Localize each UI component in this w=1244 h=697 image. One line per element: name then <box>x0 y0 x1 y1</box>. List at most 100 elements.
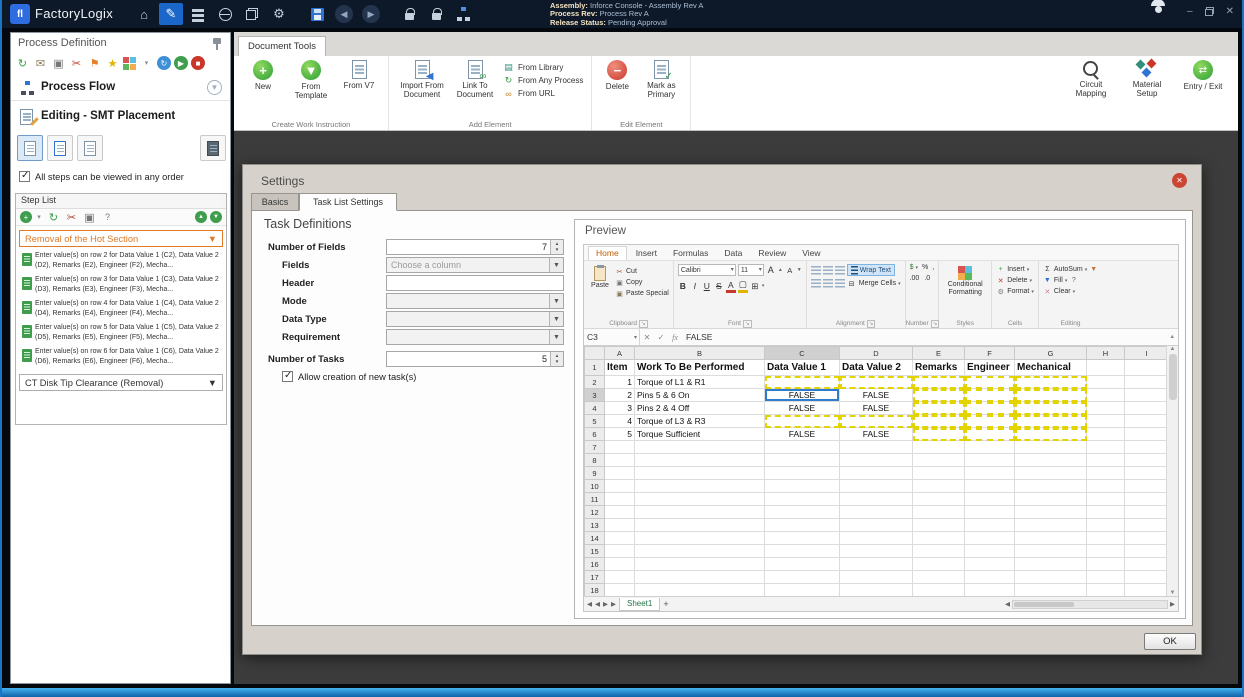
cell-C8[interactable] <box>764 453 840 467</box>
step-item[interactable]: Enter value(s) on row 2 for Data Value 1… <box>16 250 226 274</box>
align-top-button[interactable] <box>810 265 821 275</box>
cell-H6[interactable] <box>1086 427 1125 441</box>
cell-G17[interactable] <box>1014 570 1087 584</box>
cell-D6[interactable]: FALSE <box>839 427 913 441</box>
cell-D11[interactable] <box>839 492 913 506</box>
dropdown-icon[interactable]: ▼ <box>549 330 563 344</box>
align-right-button[interactable] <box>834 279 845 288</box>
percent-button[interactable]: % <box>922 264 928 271</box>
cell-H9[interactable] <box>1086 466 1125 480</box>
bold-button[interactable]: B <box>678 281 688 291</box>
dialog-launcher-icon[interactable]: ↘ <box>866 320 876 328</box>
number-of-tasks-stepper[interactable]: 5 ▲ ▼ <box>386 351 564 367</box>
active-step-item[interactable]: Removal of the Hot Section ▼ <box>19 230 223 247</box>
dropdown-icon[interactable]: ▼ <box>549 312 563 326</box>
cell-I11[interactable] <box>1124 492 1166 506</box>
cell-F7[interactable] <box>964 440 1015 454</box>
row-header-15[interactable]: 15 <box>584 544 605 558</box>
close-button[interactable]: ✕ <box>1226 6 1234 17</box>
hierarchy-button[interactable] <box>451 3 475 25</box>
flag-button[interactable]: ⚑ <box>87 56 102 71</box>
cell-I4[interactable] <box>1124 401 1166 415</box>
insert-cells-button[interactable]: + Insert ▾ <box>996 265 1034 274</box>
row-header-16[interactable]: 16 <box>584 557 605 571</box>
align-middle-button[interactable] <box>822 265 833 275</box>
borders-button[interactable]: ⊞ <box>750 281 760 292</box>
strikethrough-button[interactable]: S <box>714 281 724 291</box>
font-color-button[interactable]: A <box>725 280 736 293</box>
cell-H17[interactable] <box>1086 570 1125 584</box>
material-setup-button[interactable]: Material Setup <box>1124 58 1170 98</box>
restore-button[interactable] <box>1204 7 1214 16</box>
cell-D16[interactable] <box>839 557 913 571</box>
cell-A14[interactable] <box>604 531 635 545</box>
data-type-select[interactable]: ▼ <box>386 311 564 327</box>
cell-D10[interactable] <box>839 479 913 493</box>
tab-basics[interactable]: Basics <box>251 193 299 211</box>
tab-insert[interactable]: Insert <box>629 247 664 260</box>
cell-C2[interactable] <box>764 375 840 389</box>
row-header-17[interactable]: 17 <box>584 570 605 584</box>
row-header-6[interactable]: 6 <box>584 427 605 441</box>
row-header-13[interactable]: 13 <box>584 518 605 532</box>
cell-G4[interactable] <box>1014 401 1087 415</box>
cell-C6[interactable]: FALSE <box>764 427 840 441</box>
requirement-select[interactable]: ▼ <box>386 329 564 345</box>
from-any-process-button[interactable]: ↻ From Any Process <box>503 75 584 86</box>
settings-button[interactable]: ⚙ <box>267 3 291 25</box>
paste-button[interactable]: Paste <box>588 264 612 317</box>
cell-I3[interactable] <box>1124 388 1166 402</box>
cell-D7[interactable] <box>839 440 913 454</box>
vertical-scrollbar[interactable]: ▲ ▼ <box>1166 346 1178 596</box>
cell-G3[interactable] <box>1014 388 1087 402</box>
row-header-12[interactable]: 12 <box>584 505 605 519</box>
row-header-4[interactable]: 4 <box>584 401 605 415</box>
dropdown-icon[interactable]: ▾ <box>762 283 765 289</box>
open-document-button[interactable] <box>47 135 73 161</box>
cell-H12[interactable] <box>1086 505 1125 519</box>
cell-H7[interactable] <box>1086 440 1125 454</box>
from-template-button[interactable]: ▼ From Template <box>290 60 332 100</box>
find-select-icon[interactable]: ? <box>1069 276 1078 285</box>
cell-B16[interactable] <box>634 557 765 571</box>
new-button[interactable]: + New <box>242 60 284 91</box>
name-box[interactable]: C3 ▾ <box>584 329 640 345</box>
cell-G15[interactable] <box>1014 544 1087 558</box>
cell-G1[interactable]: Mechanical <box>1014 359 1087 376</box>
save-button[interactable] <box>305 3 329 25</box>
header-input[interactable] <box>386 275 564 291</box>
cell-B7[interactable] <box>634 440 765 454</box>
cell-C1[interactable]: Data Value 1 <box>764 359 840 376</box>
cell-H1[interactable] <box>1086 359 1125 376</box>
cell-D3[interactable]: FALSE <box>839 388 913 402</box>
edit-document-button[interactable]: ✎ <box>159 3 183 25</box>
merge-cells-button[interactable]: ⊟ Merge Cells ▾ <box>847 280 901 288</box>
cell-H16[interactable] <box>1086 557 1125 571</box>
col-header-B[interactable]: B <box>634 346 765 360</box>
cell-F13[interactable] <box>964 518 1015 532</box>
cell-F16[interactable] <box>964 557 1015 571</box>
process-flow-row[interactable]: Process Flow ▼ <box>11 75 230 101</box>
mail-button[interactable]: ✉ <box>33 56 48 71</box>
wrap-text-button[interactable]: Wrap Text <box>846 264 895 276</box>
cell-G13[interactable] <box>1014 518 1087 532</box>
cell-A2[interactable]: 1 <box>604 375 635 389</box>
cell-C16[interactable] <box>764 557 840 571</box>
cell-H14[interactable] <box>1086 531 1125 545</box>
cell-A11[interactable] <box>604 492 635 506</box>
cell-I16[interactable] <box>1124 557 1166 571</box>
tab-task-list-settings[interactable]: Task List Settings <box>299 193 397 211</box>
italic-button[interactable]: I <box>690 281 700 291</box>
comma-button[interactable]: , <box>932 264 934 271</box>
dialog-launcher-icon[interactable]: ↘ <box>639 320 648 328</box>
collapsed-step-item[interactable]: CT Disk Tip Clearance (Removal) ▼ <box>19 374 223 391</box>
cell-A5[interactable]: 4 <box>604 414 635 428</box>
cell-G10[interactable] <box>1014 479 1087 493</box>
sync-button[interactable]: ↻ <box>157 56 171 70</box>
circuit-mapping-button[interactable]: Circuit Mapping <box>1068 60 1114 98</box>
cell-I6[interactable] <box>1124 427 1166 441</box>
home-button[interactable]: ⌂ <box>132 3 156 25</box>
cell-I17[interactable] <box>1124 570 1166 584</box>
cell-G8[interactable] <box>1014 453 1087 467</box>
cell-I5[interactable] <box>1124 414 1166 428</box>
